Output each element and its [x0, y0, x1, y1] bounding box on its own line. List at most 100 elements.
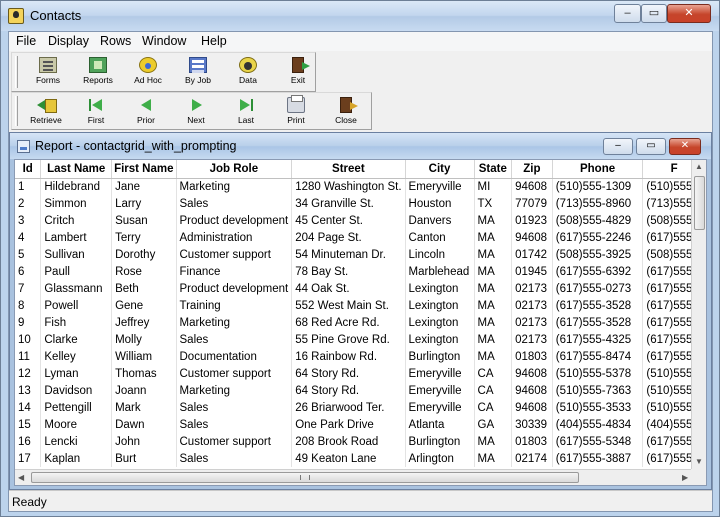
table-cell[interactable]: Sales	[176, 450, 293, 467]
table-cell[interactable]: William	[111, 348, 177, 365]
table-cell[interactable]: 45 Center St.	[291, 212, 406, 229]
table-cell[interactable]: Lexington	[405, 297, 475, 314]
table-cell[interactable]: Lambert	[40, 229, 113, 246]
table-cell[interactable]: MA	[474, 280, 513, 297]
table-cell[interactable]: Molly	[111, 331, 177, 348]
table-cell[interactable]: Lexington	[405, 331, 475, 348]
table-cell[interactable]: 208 Brook Road	[291, 433, 406, 450]
table-cell[interactable]: (617)555-6392	[552, 263, 644, 280]
table-cell[interactable]: Powell	[40, 297, 113, 314]
table-cell[interactable]: Davidson	[40, 382, 113, 399]
table-cell[interactable]: Thomas	[111, 365, 177, 382]
table-row[interactable]: 1 Hildebrand Jane Marketing 1280 Washington …	[15, 178, 706, 195]
table-cell[interactable]: Rose	[111, 263, 177, 280]
table-cell[interactable]: (617)555-2246	[552, 229, 644, 246]
report-title-bar[interactable]: Report - contactgrid_with_prompting – ▭ …	[10, 133, 711, 159]
scroll-right-icon[interactable]: ▶	[682, 473, 688, 482]
table-row[interactable]: 17 Kaplan Burt Sales 49 Keaton Lane Arlington…	[15, 450, 706, 467]
table-cell[interactable]: 77079	[511, 195, 553, 212]
menu-rows[interactable]: Rows	[100, 34, 131, 48]
table-cell[interactable]: 17	[15, 450, 42, 467]
table-cell[interactable]: 16	[15, 433, 42, 450]
table-cell[interactable]: (617)555-8474	[552, 348, 644, 365]
table-cell[interactable]: Arlington	[405, 450, 475, 467]
table-cell[interactable]: Gene	[111, 297, 177, 314]
table-cell[interactable]: 34 Granville St.	[291, 195, 406, 212]
column-header-1[interactable]: Last Name	[40, 160, 113, 179]
table-cell[interactable]: Terry	[111, 229, 177, 246]
table-cell[interactable]: MA	[474, 263, 513, 280]
reports-button[interactable]: Reports	[73, 55, 123, 86]
table-cell[interactable]: Mark	[111, 399, 177, 416]
table-cell[interactable]: (508)555-4829	[552, 212, 644, 229]
prior-button[interactable]: Prior	[121, 95, 171, 126]
table-row[interactable]: 6 Paull Rose Finance 78 Bay St. Marblehead MA 0…	[15, 263, 706, 280]
table-cell[interactable]: Marblehead	[405, 263, 475, 280]
table-cell[interactable]: Jane	[111, 178, 177, 195]
table-row[interactable]: 11 Kelley William Documentation 16 Rainbow R…	[15, 348, 706, 365]
byjob-button[interactable]: By Job	[173, 55, 223, 86]
table-row[interactable]: 4 Lambert Terry Administration 204 Page St. C…	[15, 229, 706, 246]
table-cell[interactable]: 02174	[511, 450, 553, 467]
table-cell[interactable]: Jeffrey	[111, 314, 177, 331]
table-cell[interactable]: (617)555-4325	[552, 331, 644, 348]
table-cell[interactable]: MA	[474, 314, 513, 331]
column-header-0[interactable]: Id	[15, 160, 42, 179]
table-cell[interactable]: 9	[15, 314, 42, 331]
toolbar-grip[interactable]	[15, 96, 18, 126]
table-cell[interactable]: 1280 Washington St.	[291, 178, 406, 195]
table-cell[interactable]: Susan	[111, 212, 177, 229]
table-cell[interactable]: (508)555-3925	[552, 246, 644, 263]
table-cell[interactable]: (510)555-7363	[552, 382, 644, 399]
table-cell[interactable]: Emeryville	[405, 178, 475, 195]
table-cell[interactable]: Critch	[40, 212, 113, 229]
contact-grid[interactable]: Id Last Name First Name Job Role Street City S…	[14, 159, 707, 486]
table-cell[interactable]: 01945	[511, 263, 553, 280]
table-cell[interactable]: Canton	[405, 229, 475, 246]
table-cell[interactable]: (617)555-5348	[552, 433, 644, 450]
table-cell[interactable]: Simmon	[40, 195, 113, 212]
table-cell[interactable]: Sales	[176, 416, 293, 433]
table-cell[interactable]: 11	[15, 348, 42, 365]
table-cell[interactable]: Administration	[176, 229, 293, 246]
table-cell[interactable]: MA	[474, 229, 513, 246]
table-cell[interactable]: Burlington	[405, 433, 475, 450]
horizontal-scrollbar[interactable]: ◀ ▶	[15, 469, 693, 485]
title-bar[interactable]: Contacts – ▭ ✕	[1, 1, 719, 31]
menu-display[interactable]: Display	[48, 34, 89, 48]
table-cell[interactable]: John	[111, 433, 177, 450]
table-cell[interactable]: 204 Page St.	[291, 229, 406, 246]
table-cell[interactable]: Dorothy	[111, 246, 177, 263]
table-cell[interactable]: 12	[15, 365, 42, 382]
table-cell[interactable]: 26 Briarwood Ter.	[291, 399, 406, 416]
table-cell[interactable]: Emeryville	[405, 399, 475, 416]
table-cell[interactable]: Sales	[176, 331, 293, 348]
table-cell[interactable]: 1	[15, 178, 42, 195]
table-cell[interactable]: Marketing	[176, 382, 293, 399]
column-header-2[interactable]: First Name	[111, 160, 177, 179]
menu-help[interactable]: Help	[201, 34, 227, 48]
table-cell[interactable]: 94608	[511, 229, 553, 246]
table-row[interactable]: 3 Critch Susan Product development 45 Center…	[15, 212, 706, 229]
table-cell[interactable]: 01742	[511, 246, 553, 263]
table-cell[interactable]: 94608	[511, 382, 553, 399]
vertical-scroll-thumb[interactable]	[694, 176, 705, 230]
table-cell[interactable]: Burt	[111, 450, 177, 467]
scroll-left-icon[interactable]: ◀	[18, 473, 24, 482]
report-close-button[interactable]: ✕	[669, 138, 701, 155]
table-cell[interactable]: Pettengill	[40, 399, 113, 416]
table-cell[interactable]: MA	[474, 297, 513, 314]
table-cell[interactable]: Product development	[176, 212, 293, 229]
table-cell[interactable]: 13	[15, 382, 42, 399]
table-cell[interactable]: 14	[15, 399, 42, 416]
table-cell[interactable]: Lencki	[40, 433, 113, 450]
table-cell[interactable]: (617)555-3528	[552, 314, 644, 331]
table-cell[interactable]: Emeryville	[405, 382, 475, 399]
table-cell[interactable]: 8	[15, 297, 42, 314]
table-cell[interactable]: (404)555-4834	[552, 416, 644, 433]
next-button[interactable]: Next	[171, 95, 221, 126]
close-button[interactable]: ✕	[667, 4, 711, 23]
vertical-scrollbar[interactable]: ▲ ▼	[691, 160, 706, 470]
table-cell[interactable]: Fish	[40, 314, 113, 331]
table-cell[interactable]: Glassmann	[40, 280, 113, 297]
